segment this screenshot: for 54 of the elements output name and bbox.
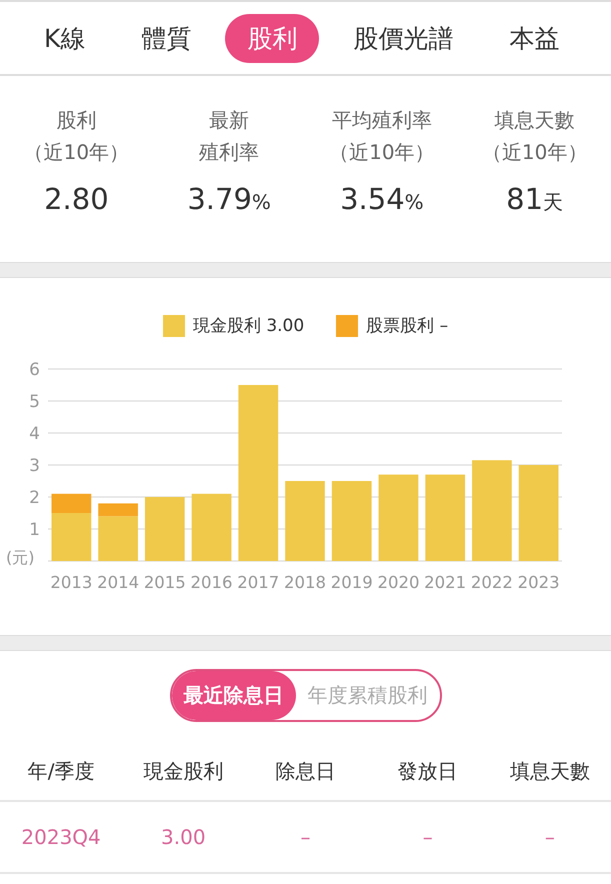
legend-label: 股票股利 – <box>366 315 448 337</box>
x-tick-label: 2017 <box>237 573 280 592</box>
tab[interactable]: 股利 <box>225 14 320 62</box>
column-header: 填息天數 <box>508 758 591 784</box>
stock-dividend-bar <box>52 494 92 513</box>
column-header: 現金股利 <box>142 758 224 784</box>
column-header: 除息日 <box>274 758 336 784</box>
cash-dividend-bar <box>52 513 92 561</box>
stat-label: （近10年） <box>24 139 130 166</box>
stat-label: （近10年） <box>482 139 588 166</box>
tab[interactable]: 股價光譜 <box>331 14 476 62</box>
y-tick-label: 2 <box>29 488 40 508</box>
cash-dividend-bar <box>98 516 138 561</box>
stat-value: 3.79% <box>187 182 271 216</box>
tab[interactable]: 體質 <box>119 14 214 62</box>
stat-value: 3.54% <box>340 182 424 216</box>
x-tick-label: 2016 <box>190 573 233 592</box>
column-header: 年/季度 <box>26 758 96 784</box>
y-tick-label: 4 <box>29 424 40 444</box>
cash-dividend-bar <box>144 497 185 561</box>
stat-value: 2.80 <box>44 182 109 216</box>
y-tick-label: 3 <box>29 456 40 476</box>
x-tick-label: 2020 <box>377 573 420 592</box>
table-cell-text: 2023Q4 <box>20 825 102 849</box>
y-tick-label: 1 <box>29 520 40 540</box>
stat-label: 平均殖利率 <box>332 107 432 134</box>
x-tick-label: 2018 <box>284 573 326 592</box>
y-tick-label: 5 <box>29 392 40 412</box>
column-header: 發放日 <box>396 758 459 784</box>
y-tick-label: 6 <box>29 360 40 380</box>
table-cell-text: – <box>422 825 434 849</box>
x-tick-label: 2019 <box>330 573 373 592</box>
table-cell-text: – <box>299 825 312 849</box>
table-cell-text: – <box>544 825 556 849</box>
x-tick-label: 2015 <box>144 573 186 592</box>
tab[interactable]: K線 <box>22 14 108 62</box>
x-tick-label: 2021 <box>424 573 466 592</box>
stat-label: 填息天數 <box>494 107 575 134</box>
legend-label: 現金股利 3.00 <box>192 315 304 337</box>
x-tick-label: 2023 <box>518 573 560 592</box>
stat-label: 股利 <box>56 107 96 134</box>
table-cell-text: 3.00 <box>160 825 207 849</box>
stat-label: 最新 <box>209 107 250 134</box>
y-axis-unit: (元) <box>6 548 34 567</box>
segment-tab[interactable]: 最近除息日 <box>172 671 296 720</box>
cash-dividend-bar <box>192 494 232 561</box>
stat-value: 81天 <box>506 182 564 216</box>
x-tick-label: 2022 <box>470 573 513 592</box>
stock-dividend-bar <box>98 503 138 516</box>
tab[interactable]: 本益 <box>487 14 582 62</box>
x-tick-label: 2013 <box>50 573 92 592</box>
x-tick-label: 2014 <box>97 573 140 592</box>
stat-label: （近10年） <box>329 139 435 166</box>
stat-label: 殖利率 <box>199 139 260 166</box>
